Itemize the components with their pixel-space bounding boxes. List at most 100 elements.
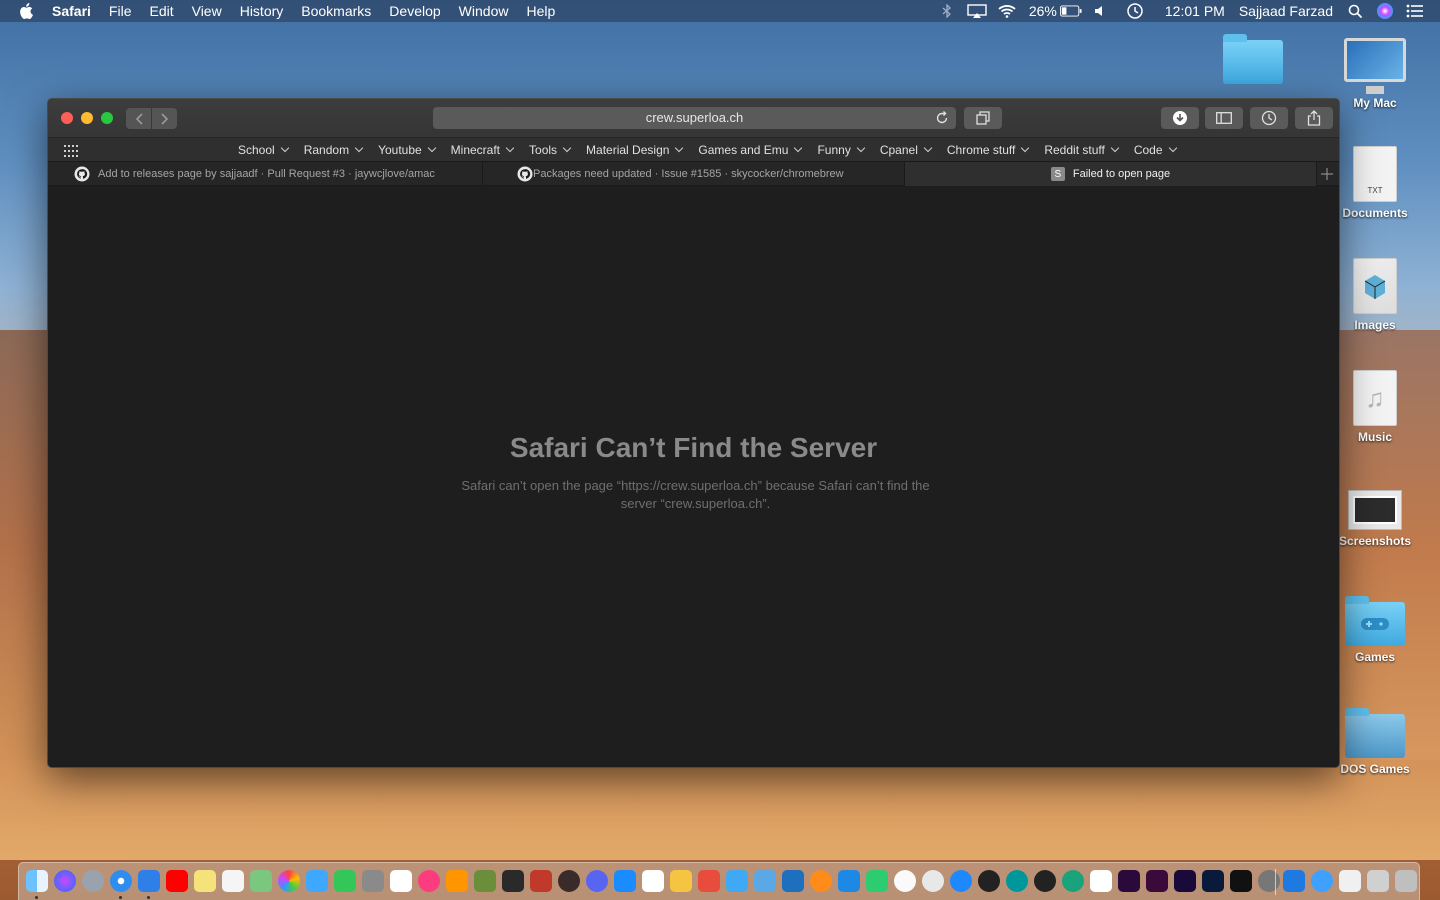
app-icon[interactable] [726, 870, 748, 892]
books-icon[interactable] [446, 870, 468, 892]
contacts-icon[interactable] [362, 870, 384, 892]
battery-icon[interactable] [1059, 0, 1082, 22]
share-button[interactable] [1295, 107, 1333, 129]
bookmark-folder-reddit-stuff[interactable]: Reddit stuff [1036, 143, 1125, 157]
premiere-icon[interactable] [1118, 870, 1140, 892]
bookmark-folder-code[interactable]: Code [1126, 143, 1184, 157]
reminders-icon[interactable] [222, 870, 244, 892]
battery-percent[interactable]: 26% [1022, 3, 1064, 19]
photoshop-icon[interactable] [1202, 870, 1224, 892]
apple-menu-icon[interactable] [19, 3, 35, 19]
forward-button[interactable] [152, 108, 177, 129]
spotlight-icon[interactable] [1344, 0, 1366, 22]
app-icon[interactable] [754, 870, 776, 892]
app-icon[interactable] [698, 870, 720, 892]
messages-icon[interactable] [306, 870, 328, 892]
menu-develop[interactable]: Develop [380, 0, 449, 22]
finder-icon[interactable] [26, 870, 48, 892]
notification-center-icon[interactable] [1404, 0, 1426, 22]
time-machine-icon[interactable] [1124, 0, 1146, 22]
bookmark-folder-material-design[interactable]: Material Design [578, 143, 690, 157]
app-icon[interactable] [1367, 870, 1389, 892]
zoom-window-button[interactable] [101, 112, 113, 124]
launchpad-icon[interactable] [82, 870, 104, 892]
facetime-icon[interactable] [334, 870, 356, 892]
system-preferences-icon[interactable] [1258, 870, 1280, 892]
bookmark-folder-games-and-emu[interactable]: Games and Emu [690, 143, 809, 157]
new-tab-button[interactable] [1315, 162, 1339, 186]
bookmark-folder-tools[interactable]: Tools [521, 143, 578, 157]
history-button[interactable] [1250, 107, 1288, 129]
bookmark-folder-youtube[interactable]: Youtube [370, 143, 443, 157]
menu-bookmarks[interactable]: Bookmarks [292, 0, 380, 22]
terminal-icon[interactable] [1230, 870, 1252, 892]
app-icon[interactable] [614, 870, 636, 892]
itunes-icon[interactable] [418, 870, 440, 892]
discord-icon[interactable] [586, 870, 608, 892]
arduino-icon[interactable] [1006, 870, 1028, 892]
notes-icon[interactable] [194, 870, 216, 892]
menu-window[interactable]: Window [450, 0, 518, 22]
photos-icon[interactable] [278, 870, 300, 892]
downloads-stack-icon[interactable] [1311, 870, 1333, 892]
app-icon[interactable] [530, 870, 552, 892]
bookmark-folder-school[interactable]: School [230, 143, 296, 157]
app-icon[interactable] [642, 870, 664, 892]
menu-clock[interactable]: 12:01 PM [1158, 3, 1232, 19]
bookmark-folder-random[interactable]: Random [296, 143, 370, 157]
app-icon[interactable] [1062, 870, 1084, 892]
wifi-icon[interactable] [996, 0, 1018, 22]
quicktime-icon[interactable] [978, 870, 1000, 892]
favorites-grid-icon[interactable] [64, 144, 78, 162]
bookmark-folder-chrome-stuff[interactable]: Chrome stuff [939, 143, 1036, 157]
tab-issue[interactable]: Packages need updated · Issue #1585 · sk… [483, 162, 905, 186]
address-bar[interactable]: crew.superloa.ch [433, 107, 956, 129]
tab-failed-to-open[interactable]: S Failed to open page [905, 162, 1317, 186]
keynote-icon[interactable] [838, 870, 860, 892]
desktop-icon-my-mac[interactable]: My Mac [1330, 38, 1420, 110]
show-all-tabs-button[interactable] [964, 107, 1002, 129]
back-button[interactable] [126, 108, 151, 129]
desktop-icon-images[interactable]: Images [1330, 258, 1420, 332]
maps-icon[interactable] [250, 870, 272, 892]
desktop-folder-unnamed[interactable] [1208, 34, 1298, 88]
airplay-icon[interactable] [966, 0, 988, 22]
menu-help[interactable]: Help [517, 0, 564, 22]
app-icon[interactable] [558, 870, 580, 892]
downloads-button[interactable] [1161, 107, 1199, 129]
home-folder-icon[interactable] [1339, 870, 1361, 892]
desktop-icon-screenshots[interactable]: Screenshots [1330, 490, 1420, 548]
sketch-icon[interactable] [670, 870, 692, 892]
after-effects-icon[interactable] [1174, 870, 1196, 892]
xcode-icon[interactable] [138, 870, 160, 892]
menu-view[interactable]: View [183, 0, 231, 22]
bookmark-folder-minecraft[interactable]: Minecraft [443, 143, 521, 157]
windows-icon[interactable] [1283, 870, 1305, 892]
app-icon[interactable] [810, 870, 832, 892]
desktop-icon-music[interactable]: ♫ Music [1330, 370, 1420, 444]
sidebar-button[interactable] [1205, 107, 1243, 129]
reload-icon[interactable] [934, 110, 950, 126]
user-name[interactable]: Sajjaad Farzad [1232, 3, 1340, 19]
siri-icon[interactable] [54, 870, 76, 892]
safari-icon[interactable] [110, 870, 132, 892]
app-icon[interactable] [894, 870, 916, 892]
app-icon[interactable] [1090, 870, 1112, 892]
bookmark-folder-funny[interactable]: Funny [809, 143, 871, 157]
volume-icon[interactable] [1090, 0, 1112, 22]
menu-app-name[interactable]: Safari [48, 0, 100, 22]
bluetooth-icon[interactable] [936, 0, 958, 22]
menu-file[interactable]: File [100, 0, 141, 22]
app-store-icon[interactable] [950, 870, 972, 892]
minecraft-icon[interactable] [474, 870, 496, 892]
desktop-icon-dos-games[interactable]: DOS Games [1330, 708, 1420, 776]
menu-edit[interactable]: Edit [140, 0, 182, 22]
calendar-icon[interactable] [390, 870, 412, 892]
app-icon[interactable] [1034, 870, 1056, 892]
clock-app-icon[interactable] [922, 870, 944, 892]
siri-icon[interactable] [1374, 0, 1396, 22]
youtube-icon[interactable] [166, 870, 188, 892]
tab-pull-request[interactable]: Add to releases page by sajjaadf · Pull … [48, 162, 483, 186]
menu-history[interactable]: History [231, 0, 293, 22]
trash-icon[interactable] [1395, 870, 1417, 892]
